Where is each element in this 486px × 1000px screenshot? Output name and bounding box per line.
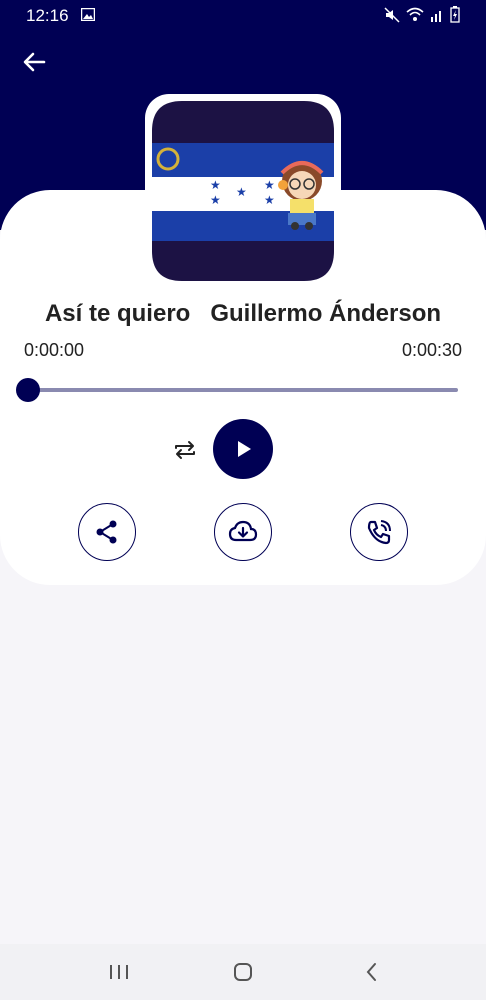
svg-text:★: ★ (264, 193, 275, 207)
current-time: 0:00:00 (24, 340, 85, 360)
back-nav-icon[interactable] (362, 962, 382, 982)
phone-ring-icon (367, 520, 391, 545)
cloud-download-icon (228, 520, 258, 542)
seek-bar[interactable] (28, 388, 458, 392)
ringtone-button[interactable] (350, 503, 408, 561)
download-button[interactable] (214, 503, 272, 561)
mute-icon (384, 6, 400, 23)
recent-apps-icon[interactable] (108, 962, 130, 982)
status-time: 12:16 (26, 6, 69, 25)
play-icon (238, 441, 251, 457)
gallery-notification-icon (81, 8, 95, 21)
track-title: Así te quiero (44, 300, 191, 327)
wifi-icon (406, 7, 424, 21)
album-art: ★★ ★ ★★ (152, 101, 334, 281)
svg-text:★: ★ (264, 178, 275, 192)
status-bar: 12:16 (0, 0, 486, 30)
repeat-icon[interactable] (172, 438, 198, 462)
battery-icon (450, 6, 460, 23)
svg-text:★: ★ (210, 178, 221, 192)
navigation-bar (0, 944, 486, 1000)
back-arrow-icon[interactable] (18, 46, 50, 78)
share-button[interactable] (78, 503, 136, 561)
play-button[interactable] (213, 419, 273, 479)
status-icons (384, 6, 460, 23)
home-icon[interactable] (232, 962, 254, 982)
share-icon (96, 520, 117, 544)
track-artist: Guillermo Ánderson (210, 300, 442, 327)
duration: 0:00:30 (401, 340, 462, 360)
svg-text:★: ★ (236, 185, 247, 199)
svg-text:★: ★ (210, 193, 221, 207)
track-info: Así te quiero Guillermo Ánderson (0, 300, 486, 328)
signal-icon (431, 10, 441, 22)
seek-thumb[interactable] (16, 378, 40, 402)
